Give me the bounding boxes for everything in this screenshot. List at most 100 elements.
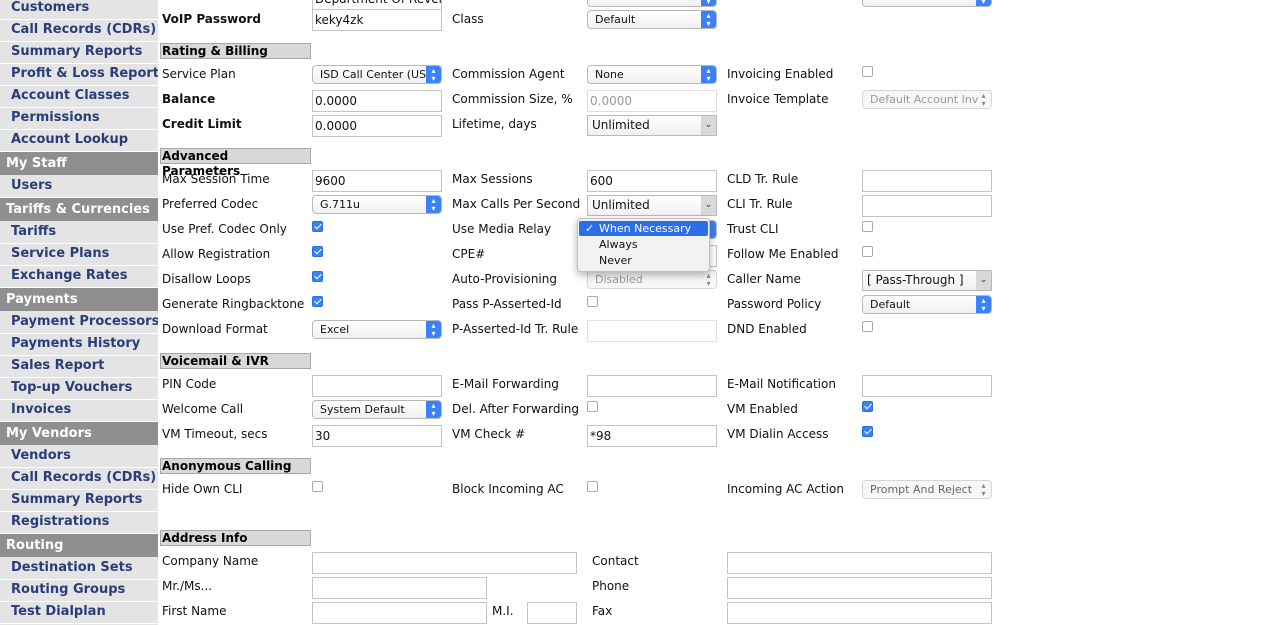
sidebar-item-18[interactable]: Invoices bbox=[0, 400, 158, 422]
caller-name-label: Caller Name bbox=[727, 272, 801, 286]
hide-cli-label: Hide Own CLI bbox=[162, 482, 243, 496]
invoice-template-select[interactable]: Default Account Inv ▴ ▾ bbox=[862, 90, 992, 109]
first-name-input[interactable] bbox=[312, 602, 487, 624]
option-label: Never bbox=[599, 254, 632, 267]
welcome-call-value: System Default bbox=[320, 403, 405, 416]
lifetime-label: Lifetime, days bbox=[452, 117, 537, 131]
dnd-label: DND Enabled bbox=[727, 322, 807, 336]
pai-rule-input[interactable] bbox=[587, 320, 717, 342]
sidebar-item-16[interactable]: Sales Report bbox=[0, 356, 158, 378]
cpe-label: CPE# bbox=[452, 247, 486, 261]
sidebar-item-21[interactable]: Call Records (CDRs) bbox=[0, 468, 158, 490]
pai-rule-label: P-Asserted-Id Tr. Rule bbox=[452, 322, 579, 336]
hide-cli-checkbox[interactable] bbox=[312, 481, 323, 492]
max-session-time-input[interactable]: 9600 bbox=[312, 170, 442, 192]
section-header-address: Address Info bbox=[160, 530, 311, 546]
vm-dialin-checkbox[interactable] bbox=[862, 426, 873, 437]
phone-input[interactable] bbox=[727, 577, 992, 599]
balance-input[interactable]: 0.0000 bbox=[312, 90, 442, 112]
vm-timeout-input[interactable]: 30 bbox=[312, 425, 442, 447]
dropdown-option-never[interactable]: Never bbox=[579, 253, 708, 268]
cld-rule-input[interactable] bbox=[862, 170, 992, 192]
trust-cli-checkbox[interactable] bbox=[862, 221, 873, 232]
sidebar-item-11[interactable]: Service Plans bbox=[0, 244, 158, 266]
password-policy-value: Default bbox=[870, 298, 911, 311]
voip-password-input[interactable]: keky4zk bbox=[312, 9, 442, 31]
sidebar-item-5[interactable]: Permissions bbox=[0, 108, 158, 130]
select-arrows-icon: ▴▾ bbox=[426, 321, 441, 338]
sidebar-item-8[interactable]: Users bbox=[0, 176, 158, 198]
fax-input[interactable] bbox=[727, 602, 992, 624]
follow-me-checkbox[interactable] bbox=[862, 246, 873, 257]
gen-ringback-label: Generate Ringbacktone bbox=[162, 297, 305, 311]
sidebar-item-1[interactable]: Call Records (CDRs) bbox=[0, 20, 158, 42]
allow-registration-checkbox[interactable] bbox=[312, 246, 323, 257]
sidebar-item-20[interactable]: Vendors bbox=[0, 446, 158, 468]
sidebar-item-2[interactable]: Summary Reports bbox=[0, 42, 158, 64]
disallow-loops-checkbox[interactable] bbox=[312, 271, 323, 282]
commission-size-input[interactable]: 0.0000 bbox=[587, 90, 717, 112]
max-sessions-input[interactable]: 600 bbox=[587, 170, 717, 192]
vm-check-input[interactable]: *98 bbox=[587, 425, 717, 447]
sidebar-item-27[interactable]: Test Dialplan bbox=[0, 602, 158, 624]
mi-input[interactable] bbox=[527, 602, 577, 624]
caller-name-select[interactable]: [ Pass-Through ] ⌄ bbox=[862, 270, 992, 291]
auto-provisioning-select[interactable]: Disabled ▴ ▾ bbox=[587, 270, 717, 289]
service-plan-select[interactable]: ISD Call Center (US ▴ ▾ bbox=[312, 65, 442, 84]
media-relay-dropdown-menu: ✓ When Necessary Always Never bbox=[577, 218, 710, 272]
sidebar-item-17[interactable]: Top-up Vouchers bbox=[0, 378, 158, 400]
sidebar-item-14[interactable]: Payment Processors bbox=[0, 312, 158, 334]
password-policy-select[interactable]: Default ▴ ▾ bbox=[862, 295, 992, 314]
select-arrows-icon: ▴▾ bbox=[701, 0, 716, 6]
incoming-ac-select[interactable]: Prompt And Reject ▴ ▾ bbox=[862, 480, 992, 499]
lifetime-value: Unlimited bbox=[592, 118, 650, 132]
pin-code-input[interactable] bbox=[312, 375, 442, 397]
use-pref-codec-checkbox[interactable] bbox=[312, 221, 323, 232]
company-name-input[interactable] bbox=[312, 552, 577, 574]
select-arrows-icon: ▴▾ bbox=[426, 66, 441, 83]
credit-limit-input[interactable]: 0.0000 bbox=[312, 115, 442, 137]
del-after-fwd-checkbox[interactable] bbox=[587, 401, 598, 412]
select-arrows-icon: ▴▾ bbox=[701, 66, 716, 83]
sidebar-item-23[interactable]: Registrations bbox=[0, 512, 158, 534]
download-format-select[interactable]: Excel ▴ ▾ bbox=[312, 320, 442, 339]
welcome-call-select[interactable]: System Default ▴ ▾ bbox=[312, 400, 442, 419]
partial-select-top-right[interactable]: ▴▾ bbox=[862, 0, 992, 7]
sidebar-item-15[interactable]: Payments History bbox=[0, 334, 158, 356]
del-after-fwd-label: Del. After Forwarding bbox=[452, 402, 580, 416]
lifetime-select[interactable]: Unlimited ⌄ bbox=[587, 115, 717, 136]
preferred-codec-select[interactable]: G.711u ▴ ▾ bbox=[312, 195, 442, 214]
sidebar-item-22[interactable]: Summary Reports bbox=[0, 490, 158, 512]
cli-rule-input[interactable] bbox=[862, 195, 992, 217]
sidebar-item-4[interactable]: Account Classes bbox=[0, 86, 158, 108]
sidebar-section-24: Routing bbox=[0, 534, 158, 557]
max-cps-select[interactable]: Unlimited ⌄ bbox=[587, 195, 717, 216]
contact-input[interactable] bbox=[727, 552, 992, 574]
partial-select-top[interactable]: ▴▾ bbox=[587, 0, 717, 7]
mr-ms-input[interactable] bbox=[312, 577, 487, 599]
chevron-down-icon: ⌄ bbox=[701, 116, 716, 135]
balance-label: Balance bbox=[162, 92, 216, 106]
sidebar-item-3[interactable]: Profit & Loss Report bbox=[0, 64, 158, 86]
email-forwarding-input[interactable] bbox=[587, 375, 717, 397]
sidebar-item-10[interactable]: Tariffs bbox=[0, 222, 158, 244]
sidebar-item-26[interactable]: Routing Groups bbox=[0, 580, 158, 602]
email-notification-input[interactable] bbox=[862, 375, 992, 397]
pass-pai-checkbox[interactable] bbox=[587, 296, 598, 307]
invoicing-enabled-checkbox[interactable] bbox=[862, 66, 873, 77]
commission-agent-select[interactable]: None ▴ ▾ bbox=[587, 65, 717, 84]
sidebar-item-6[interactable]: Account Lookup bbox=[0, 130, 158, 152]
vm-enabled-checkbox[interactable] bbox=[862, 401, 873, 412]
gen-ringback-checkbox[interactable] bbox=[312, 296, 323, 307]
dnd-checkbox[interactable] bbox=[862, 321, 873, 332]
sidebar-item-0[interactable]: Customers bbox=[0, 0, 158, 20]
sidebar-item-12[interactable]: Exchange Rates bbox=[0, 266, 158, 288]
class-select[interactable]: Default ▴ ▾ bbox=[587, 10, 717, 29]
sidebar-item-25[interactable]: Destination Sets bbox=[0, 558, 158, 580]
dropdown-option-when-necessary[interactable]: ✓ When Necessary bbox=[579, 221, 708, 236]
dropdown-option-always[interactable]: Always bbox=[579, 237, 708, 252]
select-arrows-icon: ▴▾ bbox=[701, 11, 716, 28]
block-ac-checkbox[interactable] bbox=[587, 481, 598, 492]
invoice-template-label: Invoice Template bbox=[727, 92, 829, 106]
max-cps-label: Max Calls Per Second bbox=[452, 197, 581, 211]
